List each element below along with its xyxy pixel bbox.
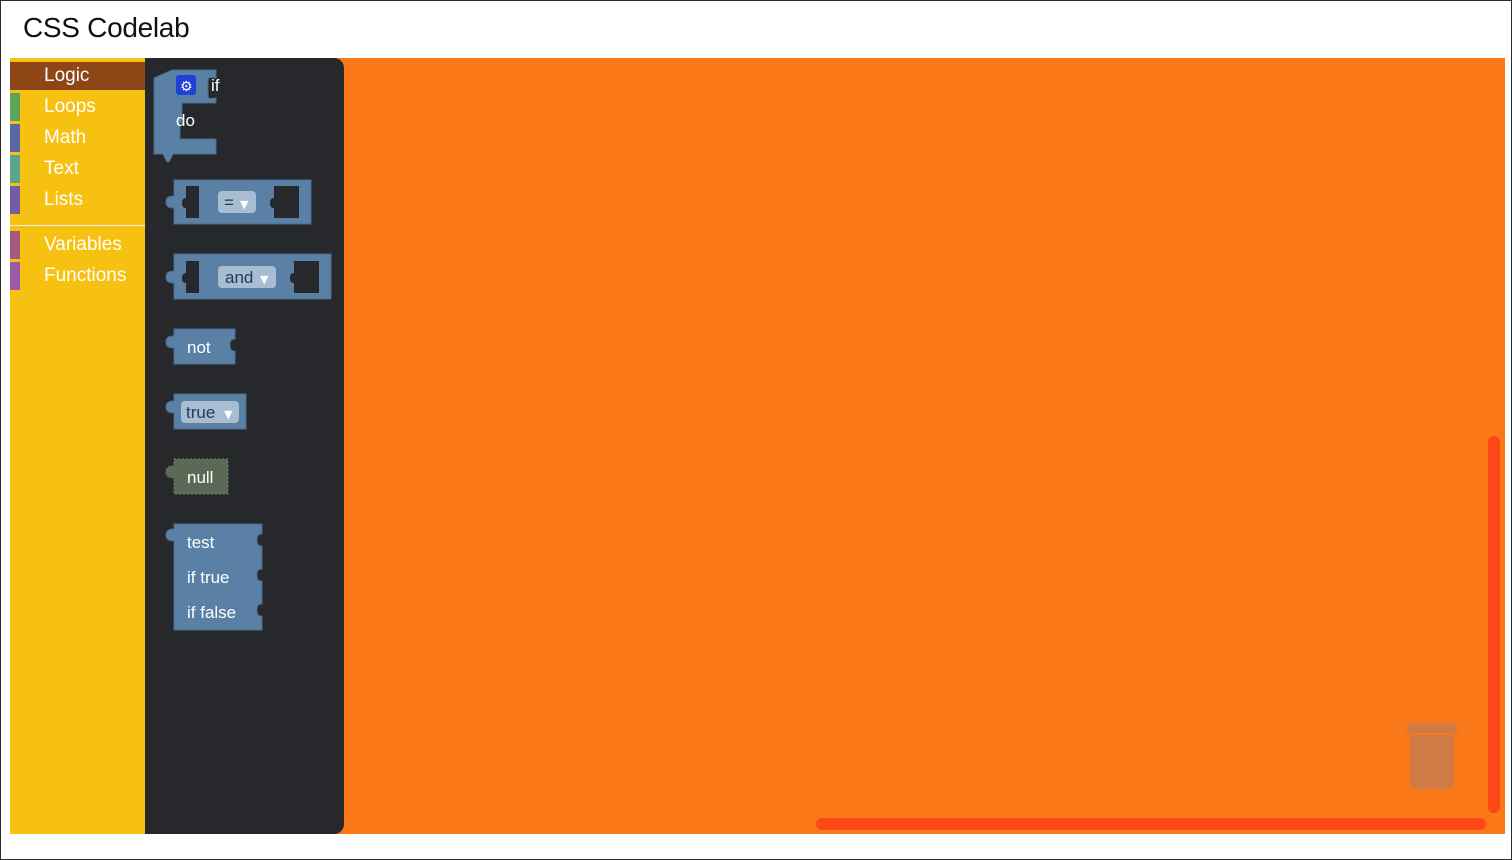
- category-color-stripe: [10, 93, 20, 121]
- operator-value: and: [225, 268, 253, 287]
- category-functions[interactable]: Functions: [10, 262, 145, 290]
- logic-ternary-block[interactable]: test if true if false: [165, 523, 263, 631]
- category-label: Logic: [44, 65, 90, 86]
- logic-operation-block[interactable]: and ▼: [165, 253, 332, 300]
- blockly-app: Logic Loops Math Text Lists Variables Fu…: [10, 58, 1505, 834]
- logic-boolean-block[interactable]: true ▼: [165, 393, 247, 430]
- logic-compare-block[interactable]: = ▼: [165, 179, 312, 225]
- flyout-blocks: ⚙ if do = ▼ and ▼ not true ▼ null test i…: [153, 69, 332, 631]
- category-color-stripe: [10, 262, 20, 290]
- category-label: Text: [44, 158, 79, 179]
- toolbox-separator: [10, 225, 145, 226]
- dropdown-arrow-icon: ▼: [224, 408, 233, 421]
- toolbox: Logic Loops Math Text Lists Variables Fu…: [10, 58, 145, 834]
- category-label: Variables: [44, 234, 122, 255]
- flyout: ⚙ if do = ▼ and ▼ not true ▼ null test i…: [145, 58, 344, 834]
- dropdown-arrow-icon: ▼: [260, 273, 269, 286]
- gear-icon: ⚙: [180, 79, 193, 95]
- dropdown-arrow-icon: ▼: [240, 198, 249, 211]
- workspace-vertical-scrollbar[interactable]: [1488, 436, 1500, 813]
- if-true-label: if true: [187, 568, 230, 587]
- if-label: if: [211, 76, 220, 95]
- workspace-horizontal-scrollbar[interactable]: [816, 818, 1486, 830]
- operator-value: =: [224, 193, 234, 212]
- category-label: Loops: [44, 96, 96, 117]
- do-label: do: [176, 111, 195, 130]
- logic-null-block[interactable]: null: [165, 458, 229, 495]
- category-label: Functions: [44, 265, 127, 286]
- category-color-stripe: [10, 231, 20, 259]
- if-false-label: if false: [187, 603, 236, 622]
- category-loops[interactable]: Loops: [10, 93, 145, 121]
- null-label: null: [187, 468, 213, 487]
- test-label: test: [187, 533, 215, 552]
- category-logic[interactable]: Logic: [10, 62, 145, 90]
- category-variables[interactable]: Variables: [10, 231, 145, 259]
- category-label: Lists: [44, 189, 84, 210]
- logic-negate-block[interactable]: not: [165, 328, 236, 365]
- page-title: CSS Codelab: [23, 12, 190, 43]
- category-label: Math: [44, 127, 87, 148]
- category-color-stripe: [10, 186, 20, 214]
- controls-if-block[interactable]: ⚙ if do: [153, 69, 220, 163]
- boolean-value: true: [186, 403, 215, 422]
- category-math[interactable]: Math: [10, 124, 145, 152]
- trash-can-icon[interactable]: [1405, 721, 1459, 791]
- category-text[interactable]: Text: [10, 155, 145, 183]
- category-lists[interactable]: Lists: [10, 186, 145, 214]
- category-color-stripe: [10, 155, 20, 183]
- not-label: not: [187, 338, 211, 357]
- category-color-stripe: [10, 124, 20, 152]
